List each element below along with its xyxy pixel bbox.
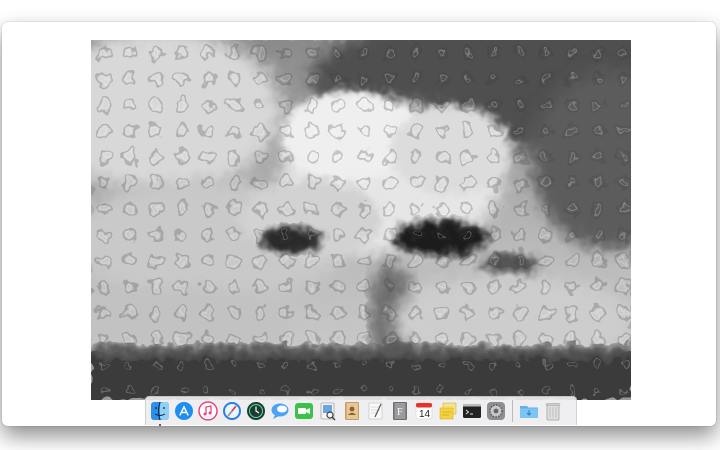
dock-item-system-preferences[interactable] bbox=[486, 401, 506, 421]
messages-icon bbox=[271, 403, 289, 419]
trash-icon bbox=[545, 403, 561, 421]
safari-icon bbox=[223, 402, 241, 420]
dock-item-terminal[interactable] bbox=[462, 401, 482, 421]
preview-icon bbox=[320, 402, 336, 421]
dock-item-contacts[interactable] bbox=[342, 401, 362, 421]
contacts-icon bbox=[345, 402, 359, 420]
dock-item-preview[interactable] bbox=[318, 401, 338, 421]
time-machine-icon bbox=[247, 402, 265, 420]
dock-item-safari[interactable] bbox=[222, 401, 242, 421]
calendar-icon: 14 bbox=[415, 402, 433, 420]
running-indicator bbox=[159, 424, 161, 426]
app-store-icon bbox=[175, 402, 193, 420]
dock-item-app-store[interactable] bbox=[174, 401, 194, 421]
terminal-icon bbox=[463, 404, 481, 418]
textedit-icon bbox=[368, 402, 383, 420]
itunes-icon bbox=[198, 401, 218, 421]
font-book-letter: F bbox=[397, 407, 403, 418]
image-viewer-window bbox=[2, 22, 716, 426]
dock-separator bbox=[512, 400, 513, 422]
calendar-day: 14 bbox=[419, 409, 431, 420]
dock-item-trash[interactable] bbox=[543, 401, 563, 421]
dock-item-messages[interactable] bbox=[270, 401, 290, 421]
cloud-photo-image bbox=[91, 40, 631, 400]
folder-icon bbox=[520, 406, 538, 418]
stickies-icon bbox=[439, 402, 457, 420]
finder-icon bbox=[151, 401, 169, 421]
dock-item-stickies[interactable] bbox=[438, 401, 458, 421]
wallpaper-photo bbox=[91, 40, 631, 400]
dock: F 14 bbox=[145, 396, 577, 426]
dock-item-finder[interactable] bbox=[150, 401, 170, 426]
font-book-icon: F bbox=[393, 402, 407, 420]
dock-item-font-book[interactable]: F bbox=[390, 401, 410, 421]
dock-item-time-machine[interactable] bbox=[246, 401, 266, 421]
dock-item-calendar[interactable]: 14 bbox=[414, 401, 434, 421]
facetime-icon bbox=[295, 403, 313, 419]
gear-icon bbox=[487, 402, 505, 420]
desktop: F 14 bbox=[0, 0, 720, 450]
dock-item-facetime[interactable] bbox=[294, 401, 314, 421]
dock-item-downloads-folder[interactable] bbox=[519, 401, 539, 421]
dock-item-textedit[interactable] bbox=[366, 401, 386, 421]
dock-item-itunes[interactable] bbox=[198, 401, 218, 421]
